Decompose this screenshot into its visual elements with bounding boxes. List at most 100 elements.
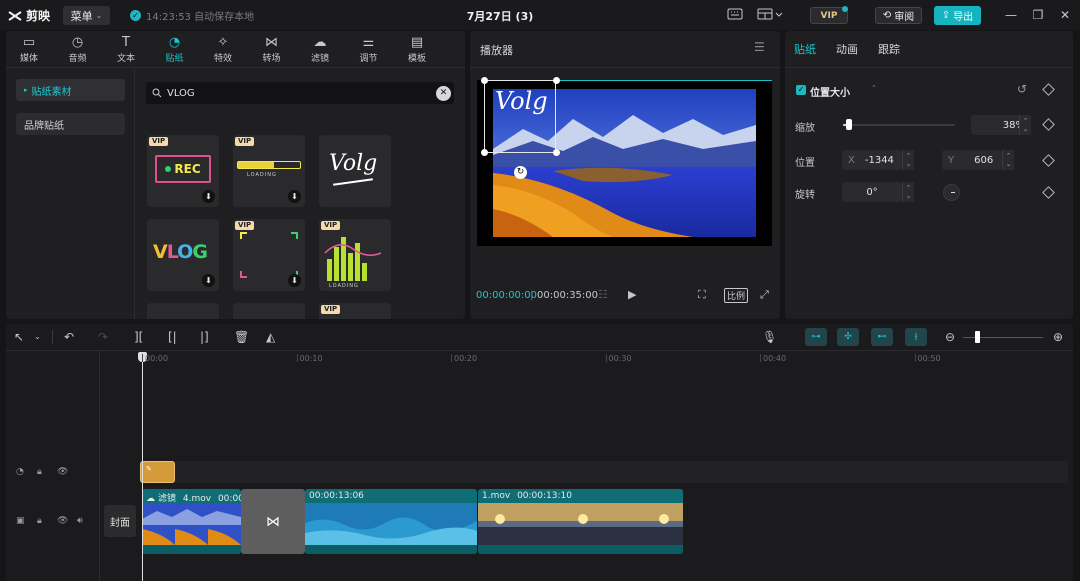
- keyboard-icon[interactable]: [727, 8, 743, 22]
- search-input[interactable]: VLOG: [146, 82, 454, 104]
- tab-media[interactable]: ▭ 媒体: [6, 34, 53, 66]
- sticker-selection-box[interactable]: Volg: [484, 80, 556, 153]
- tab-sticker[interactable]: 贴纸: [794, 41, 816, 57]
- tab-audio[interactable]: ◷ 音频: [54, 34, 102, 66]
- tab-template[interactable]: ▤ 模板: [393, 34, 441, 66]
- trim-right-icon[interactable]: |]: [200, 330, 209, 344]
- sticker-item-frame-corners[interactable]: VIP ⬇: [233, 219, 305, 291]
- ruler-label: 00:00: [145, 354, 169, 363]
- main-track-magnet-icon[interactable]: ⊶: [805, 328, 827, 346]
- tab-effects[interactable]: ✧ 特效: [199, 34, 247, 66]
- video-clip-2[interactable]: 00:00:13:06: [305, 489, 477, 554]
- sticker-item-loading-bar[interactable]: VIP LOADING ⬇: [233, 135, 305, 207]
- lock-icon[interactable]: 🔒︎: [37, 516, 42, 526]
- download-icon[interactable]: ⬇: [288, 274, 301, 287]
- microphone-icon[interactable]: 🎙: [762, 330, 777, 344]
- resize-handle-top-right[interactable]: [553, 77, 560, 84]
- tab-sticker[interactable]: ◔ 贴纸: [151, 34, 199, 66]
- auto-snap-icon[interactable]: ✣: [837, 328, 859, 346]
- video-clip-1mov[interactable]: 1.mov 00:00:13:10: [478, 489, 683, 554]
- tab-tracking[interactable]: 跟踪: [878, 41, 900, 57]
- hamburger-menu-icon[interactable]: ☰: [754, 40, 765, 54]
- export-button[interactable]: ⇪ 导出: [934, 6, 981, 25]
- reset-icon[interactable]: ↺: [1017, 82, 1027, 96]
- trim-left-icon[interactable]: [|: [168, 330, 177, 344]
- audio-mute-icon[interactable]: 🔊︎: [77, 516, 83, 526]
- fit-view-icon[interactable]: ⛶: [698, 288, 706, 302]
- position-y-input[interactable]: Y 606: [942, 150, 1002, 170]
- rotate-handle-icon[interactable]: ↻: [514, 166, 527, 179]
- download-icon[interactable]: ⬇: [288, 190, 301, 203]
- sticker-item-partial-2[interactable]: [233, 303, 305, 319]
- tab-adjust[interactable]: ⚌ 调节: [345, 34, 393, 66]
- sidebar-item-sticker-material[interactable]: ▸ 贴纸素材: [16, 79, 125, 101]
- chevron-down-icon: ⌄: [95, 11, 103, 20]
- sticker-item-rec[interactable]: VIP REC ⬇: [147, 135, 219, 207]
- keyframe-icon[interactable]: [1042, 154, 1055, 167]
- maximize-icon[interactable]: ❐: [1031, 8, 1045, 22]
- position-y-stepper-icon[interactable]: ⌃ ⌄: [1002, 150, 1014, 170]
- scale-slider-thumb[interactable]: [846, 119, 853, 130]
- media-icon: ▭: [22, 35, 36, 50]
- sticker-item-partial-3[interactable]: VIP: [319, 303, 391, 319]
- download-icon[interactable]: ⬇: [202, 190, 215, 203]
- resize-handle-bottom-right[interactable]: [553, 149, 560, 156]
- filter-cloud-icon: ☁: [146, 494, 155, 504]
- playhead[interactable]: [142, 352, 143, 581]
- preview-axis-icon[interactable]: ⫲: [905, 328, 927, 346]
- scale-stepper-icon[interactable]: ⌃ ⌄: [1019, 115, 1031, 135]
- keyframe-icon[interactable]: [1042, 186, 1055, 199]
- sticker-item-vlog-color[interactable]: VLOG ⬇: [147, 219, 219, 291]
- tab-animation[interactable]: 动画: [836, 41, 858, 57]
- zoom-slider-thumb[interactable]: [975, 331, 980, 343]
- tab-text[interactable]: T 文本: [102, 34, 150, 66]
- select-cursor-icon[interactable]: ↖: [14, 330, 24, 344]
- menu-button[interactable]: 菜单 ⌄: [63, 6, 110, 25]
- position-size-checkbox[interactable]: ✓: [796, 85, 806, 95]
- rotation-stepper-icon[interactable]: ⌃ ⌄: [902, 182, 914, 202]
- linkage-icon[interactable]: ⊷: [871, 328, 893, 346]
- delete-icon[interactable]: 🗑: [234, 330, 249, 344]
- lock-icon[interactable]: 🔒︎: [37, 467, 42, 477]
- play-icon[interactable]: ▶: [628, 288, 636, 301]
- close-icon[interactable]: ✕: [1058, 8, 1072, 22]
- sticker-item-partial-1[interactable]: [147, 303, 219, 319]
- sticker-item-volg[interactable]: Volg: [319, 135, 391, 207]
- split-icon[interactable]: ][: [134, 330, 143, 344]
- layout-icon[interactable]: [757, 8, 783, 22]
- tab-transition[interactable]: ⋈ 转场: [248, 34, 296, 66]
- rotation-dial[interactable]: [943, 184, 960, 201]
- sticker-item-equalizer[interactable]: VIP LOADING: [319, 219, 391, 291]
- zoom-out-icon[interactable]: ⊖: [945, 330, 955, 344]
- ruler-label: 00:40: [763, 354, 787, 363]
- sticker-clip[interactable]: ✎: [140, 461, 175, 483]
- collapse-icon[interactable]: ⌃: [871, 84, 877, 92]
- minimize-icon[interactable]: —: [1004, 8, 1018, 22]
- review-button[interactable]: ⟲ 审阅: [875, 7, 922, 24]
- undo-icon[interactable]: ↶: [64, 330, 74, 344]
- scale-slider-track[interactable]: [843, 124, 955, 126]
- position-x-input[interactable]: X -1344: [842, 150, 902, 170]
- mirror-icon[interactable]: ◭: [266, 330, 275, 344]
- redo-icon[interactable]: ↷: [98, 330, 108, 344]
- fullscreen-icon[interactable]: ⤢: [760, 288, 769, 302]
- video-clip-4mov[interactable]: ☁滤镜 4.mov 00:00: [142, 489, 241, 554]
- sidebar-item-brand-sticker[interactable]: 品牌贴纸: [16, 113, 125, 135]
- rotation-input[interactable]: 0°: [842, 182, 902, 202]
- resize-handle-top-left[interactable]: [481, 77, 488, 84]
- ratio-button[interactable]: 比例: [724, 288, 749, 303]
- zoom-in-icon[interactable]: ⊕: [1053, 330, 1063, 344]
- position-x-stepper-icon[interactable]: ⌃ ⌄: [902, 150, 914, 170]
- chevron-down-icon[interactable]: ⌄: [34, 330, 41, 344]
- timecode-grid-icon[interactable]: ☷: [598, 288, 608, 301]
- keyframe-icon[interactable]: [1042, 118, 1055, 131]
- eye-icon[interactable]: 👁︎: [57, 467, 68, 477]
- keyframe-icon[interactable]: [1042, 83, 1055, 96]
- cover-button[interactable]: 封面: [104, 505, 136, 537]
- resize-handle-bottom-left[interactable]: [481, 149, 488, 156]
- transition-block[interactable]: ⋈: [241, 489, 305, 554]
- clear-search-icon[interactable]: ✕: [436, 86, 451, 101]
- download-icon[interactable]: ⬇: [202, 274, 215, 287]
- tab-filter[interactable]: ☁ 滤镜: [296, 34, 344, 66]
- eye-icon[interactable]: 👁︎: [57, 516, 68, 526]
